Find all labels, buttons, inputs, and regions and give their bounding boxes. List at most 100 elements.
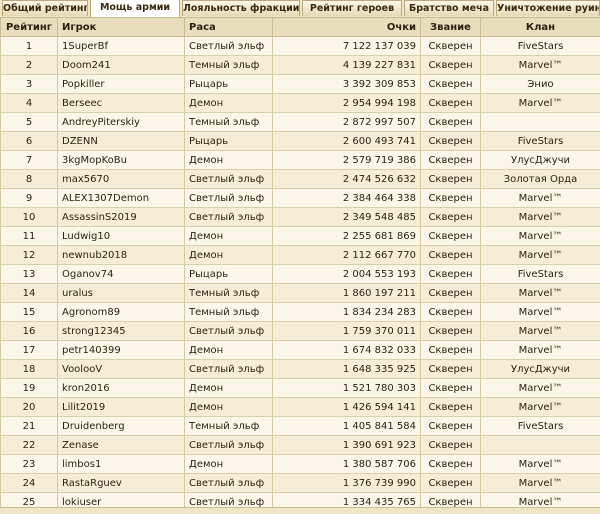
player-name-link[interactable]: ALEX1307Demon	[58, 189, 185, 208]
clan-link[interactable]: Marvel™	[481, 379, 600, 398]
clan-link[interactable]	[481, 436, 600, 455]
player-name-link[interactable]: Berseec	[58, 94, 185, 113]
player-name-link[interactable]: Ludwig10	[58, 227, 185, 246]
race-cell: Светлый эльф	[185, 189, 273, 208]
clan-link[interactable]: Marvel™	[481, 455, 600, 474]
player-name-link[interactable]: Agronom89	[58, 303, 185, 322]
player-name-link[interactable]: Oganov74	[58, 265, 185, 284]
rank-cell: 17	[1, 341, 58, 360]
player-name-link[interactable]: strong12345	[58, 322, 185, 341]
player-name-link[interactable]: petr140399	[58, 341, 185, 360]
title-cell: Скверен	[421, 113, 481, 132]
clan-link[interactable]: FiveStars	[481, 132, 600, 151]
points-cell: 2 255 681 869	[273, 227, 421, 246]
clan-link[interactable]: Marvel™	[481, 227, 600, 246]
clan-link[interactable]: Marvel™	[481, 284, 600, 303]
table-row: 15Agronom89Темный эльф1 834 234 283Сквер…	[1, 303, 600, 322]
player-name-link[interactable]: newnub2018	[58, 246, 185, 265]
clan-link[interactable]: FiveStars	[481, 417, 600, 436]
player-name-link[interactable]: Druidenberg	[58, 417, 185, 436]
player-name-link[interactable]: limbos1	[58, 455, 185, 474]
title-cell: Скверен	[421, 227, 481, 246]
player-name-link[interactable]: Doom241	[58, 56, 185, 75]
table-row: 73kgMopKoBuДемон2 579 719 386СкверенУлус…	[1, 151, 600, 170]
player-name-link[interactable]: AssassinS2019	[58, 208, 185, 227]
tab-sword-brotherhood[interactable]: Братство меча	[404, 0, 494, 16]
header-rank[interactable]: Рейтинг	[1, 18, 58, 37]
player-name-link[interactable]: RastaRguev	[58, 474, 185, 493]
rank-cell: 19	[1, 379, 58, 398]
points-cell: 3 392 309 853	[273, 75, 421, 94]
title-cell: Скверен	[421, 132, 481, 151]
rank-cell: 23	[1, 455, 58, 474]
player-name-link[interactable]: kron2016	[58, 379, 185, 398]
race-cell: Темный эльф	[185, 284, 273, 303]
tab-army-power[interactable]: Мощь армии	[90, 0, 180, 17]
rank-cell: 10	[1, 208, 58, 227]
clan-link[interactable]: Marvel™	[481, 189, 600, 208]
table-row: 23limbos1Демон1 380 587 706СкверенMarvel…	[1, 455, 600, 474]
header-title[interactable]: Звание	[421, 18, 481, 37]
header-race[interactable]: Раса	[185, 18, 273, 37]
clan-link[interactable]: Marvel™	[481, 303, 600, 322]
title-cell: Скверен	[421, 265, 481, 284]
table-row: 11Ludwig10Демон2 255 681 869СкверенMarve…	[1, 227, 600, 246]
clan-link[interactable]: Marvel™	[481, 341, 600, 360]
rank-cell: 6	[1, 132, 58, 151]
table-row: 6DZENNРыцарь2 600 493 741СкверенFiveStar…	[1, 132, 600, 151]
player-name-link[interactable]: AndreyPiterskiy	[58, 113, 185, 132]
table-row: 4BerseecДемон2 954 994 198СкверенMarvel™	[1, 94, 600, 113]
clan-link[interactable]: Marvel™	[481, 398, 600, 417]
clan-link[interactable]: Marvel™	[481, 246, 600, 265]
rank-cell: 22	[1, 436, 58, 455]
rank-cell: 8	[1, 170, 58, 189]
clan-link[interactable]: УлусДжучи	[481, 151, 600, 170]
clan-link[interactable]: Marvel™	[481, 56, 600, 75]
tab-faction-loyalty[interactable]: Лояльность фракции	[182, 0, 300, 16]
title-cell: Скверен	[421, 303, 481, 322]
points-cell: 2 872 997 507	[273, 113, 421, 132]
player-name-link[interactable]: DZENN	[58, 132, 185, 151]
race-cell: Демон	[185, 151, 273, 170]
clan-link[interactable]: Marvel™	[481, 322, 600, 341]
player-name-link[interactable]: 1SuperBf	[58, 37, 185, 56]
points-cell: 1 390 691 923	[273, 436, 421, 455]
rank-cell: 12	[1, 246, 58, 265]
tab-hero-rating[interactable]: Рейтинг героев	[302, 0, 402, 16]
header-player[interactable]: Игрок	[58, 18, 185, 37]
player-name-link[interactable]: Lilit2019	[58, 398, 185, 417]
clan-link[interactable]: Энио	[481, 75, 600, 94]
clan-link[interactable]: Marvel™	[481, 208, 600, 227]
clan-link[interactable]: Marvel™	[481, 474, 600, 493]
player-name-link[interactable]: Popkiller	[58, 75, 185, 94]
title-cell: Скверен	[421, 398, 481, 417]
table-row: 12newnub2018Демон2 112 667 770СкверенMar…	[1, 246, 600, 265]
rank-cell: 16	[1, 322, 58, 341]
clan-link[interactable]: Золотая Орда	[481, 170, 600, 189]
tab-ruin-destruction[interactable]: Уничтожение руин	[496, 0, 600, 16]
rank-cell: 5	[1, 113, 58, 132]
clan-link[interactable]	[481, 113, 600, 132]
header-points[interactable]: Очки	[273, 18, 421, 37]
player-name-link[interactable]: uralus	[58, 284, 185, 303]
points-cell: 1 405 841 584	[273, 417, 421, 436]
header-clan[interactable]: Клан	[481, 18, 600, 37]
player-name-link[interactable]: VoolooV	[58, 360, 185, 379]
player-name-link[interactable]: Zenase	[58, 436, 185, 455]
player-name-link[interactable]: 3kgMopKoBu	[58, 151, 185, 170]
points-cell: 7 122 137 039	[273, 37, 421, 56]
clan-link[interactable]: FiveStars	[481, 265, 600, 284]
table-row: 13Oganov74Рыцарь2 004 553 193СкверенFive…	[1, 265, 600, 284]
table-row: 19kron2016Демон1 521 780 303СкверенMarve…	[1, 379, 600, 398]
points-cell: 4 139 227 831	[273, 56, 421, 75]
clan-link[interactable]: Marvel™	[481, 94, 600, 113]
points-cell: 2 004 553 193	[273, 265, 421, 284]
clan-link[interactable]: FiveStars	[481, 37, 600, 56]
tab-overall-rating[interactable]: Общий рейтинг	[2, 0, 88, 16]
table-row: 8max5670Светлый эльф2 474 526 632Скверен…	[1, 170, 600, 189]
player-name-link[interactable]: max5670	[58, 170, 185, 189]
clan-link[interactable]: УлусДжучи	[481, 360, 600, 379]
race-cell: Демон	[185, 94, 273, 113]
points-cell: 1 759 370 011	[273, 322, 421, 341]
table-row: 17petr140399Демон1 674 832 033СкверенMar…	[1, 341, 600, 360]
